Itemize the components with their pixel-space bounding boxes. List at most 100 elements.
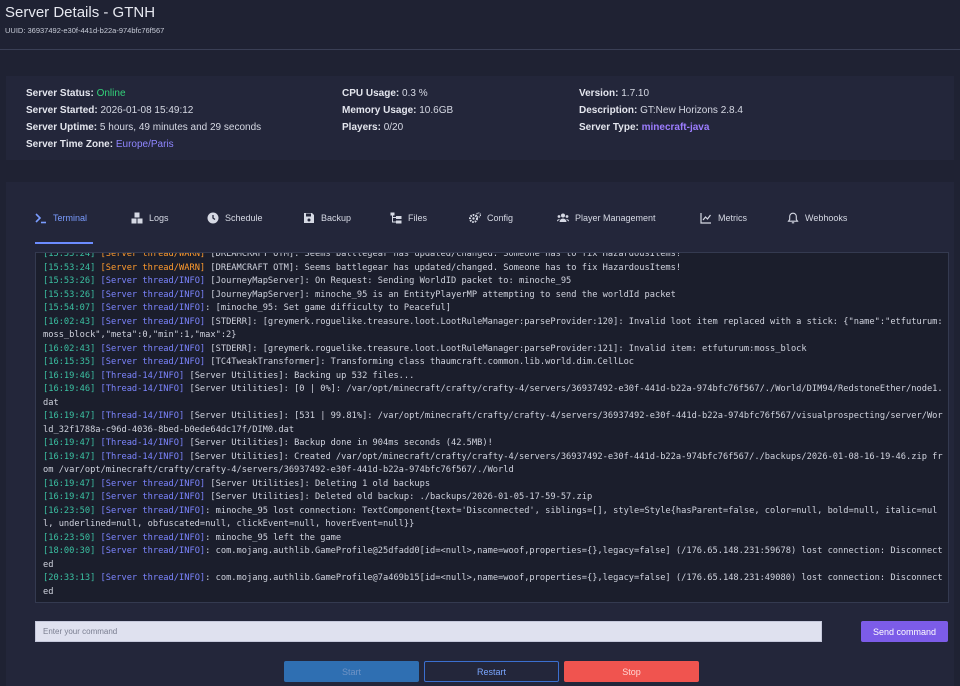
console-line: [16:23:50] [Server thread/INFO]: minoche… <box>43 505 943 532</box>
log-thread: [Thread-14/INFO] <box>100 438 185 448</box>
log-timestamp: [16:19:47] <box>43 492 96 502</box>
server-type-row: Server Type: minecraft-java <box>579 122 709 134</box>
log-message: : [minoche_95: Set game difficulty to Pe… <box>205 303 451 313</box>
restart-button[interactable]: Restart <box>424 661 559 682</box>
log-thread: [Server thread/INFO] <box>100 546 206 556</box>
log-message: : minoche_95 left the game <box>205 532 342 543</box>
version-label: Version: <box>579 88 619 99</box>
log-message: [TC4TweakTransformer]: Transforming clas… <box>205 357 635 367</box>
save-icon <box>304 213 314 223</box>
tab-schedule[interactable]: Schedule <box>207 211 263 225</box>
server-status-label: Server Status: <box>26 88 94 99</box>
console-line: [16:23:50] [Server thread/INFO]: minoche… <box>43 532 943 546</box>
terminal-console[interactable]: [15:53:24] [Server thread/WARN] [DREAMCR… <box>35 252 949 603</box>
server-status-row: Server Status: Online <box>26 88 126 100</box>
command-input[interactable] <box>35 621 822 642</box>
stop-button[interactable]: Stop <box>564 661 699 682</box>
log-thread: [Server thread/INFO] <box>100 316 206 327</box>
console-line: [16:19:46] [Thread-14/INFO] [Server Util… <box>43 370 943 384</box>
console-line: [16:19:47] [Thread-14/INFO] [Server Util… <box>43 451 943 478</box>
send-command-button[interactable]: Send command <box>861 621 948 642</box>
log-timestamp: [16:19:46] <box>43 370 96 381</box>
server-timezone-row: Server Time Zone: Europe/Paris <box>26 139 174 151</box>
tab-metrics[interactable]: Metrics <box>700 211 747 225</box>
log-timestamp: [15:53:26] <box>43 276 96 286</box>
cpu-usage-row: CPU Usage: 0.3 % <box>342 88 428 100</box>
server-timezone-link[interactable]: Europe/Paris <box>116 139 174 150</box>
tab-player-management[interactable]: Player Management <box>557 211 656 225</box>
log-timestamp: [15:53:24] <box>43 252 96 259</box>
terminal-icon <box>35 213 46 224</box>
log-timestamp: [15:54:07] <box>43 303 96 313</box>
log-thread: [Server thread/INFO] <box>100 276 206 286</box>
log-timestamp: [15:53:26] <box>43 289 96 300</box>
tab-webhooks[interactable]: Webhooks <box>787 211 847 225</box>
tab-backup[interactable]: Backup <box>303 211 351 225</box>
start-button[interactable]: Start <box>284 661 419 682</box>
memory-usage-row: Memory Usage: 10.6GB <box>342 105 453 117</box>
log-thread: [Server thread/INFO] <box>100 343 206 354</box>
log-message: [Server Utilities]: Deleting 1 old backu… <box>205 478 431 489</box>
server-uuid: UUID: 36937492-e30f-441d-b22a-974bfc76f5… <box>5 26 165 35</box>
console-line: [16:02:43] [Server thread/INFO] [STDERR]… <box>43 343 943 357</box>
players-row: Players: 0/20 <box>342 122 403 134</box>
log-timestamp: [16:15:35] <box>43 357 96 367</box>
log-timestamp: [20:33:13] <box>43 573 96 583</box>
memory-usage-label: Memory Usage: <box>342 105 417 116</box>
tab-label: Terminal <box>53 213 88 223</box>
log-message: [STDERR]: [greymerk.roguelike.treasure.l… <box>205 343 807 354</box>
log-thread: [Server thread/INFO] <box>100 505 206 516</box>
console-line: [20:33:13] [Server thread/INFO]: com.moj… <box>43 572 943 599</box>
server-status-value: Online <box>96 88 126 99</box>
log-timestamp: [15:53:24] <box>43 262 96 273</box>
cpu-usage-label: CPU Usage: <box>342 88 400 99</box>
log-timestamp: [18:00:30] <box>43 546 96 556</box>
log-thread: [Server thread/INFO] <box>100 357 206 367</box>
log-thread: [Server thread/WARN] <box>100 262 206 273</box>
users-icon <box>557 213 569 222</box>
log-message: [Server Utilities]: Backing up 532 files… <box>184 370 415 381</box>
console-line: [15:54:07] [Server thread/INFO]: [minoch… <box>43 302 943 316</box>
log-thread: [Server thread/INFO] <box>100 532 206 543</box>
console-line: [15:53:24] [Server thread/WARN] [DREAMCR… <box>43 262 943 276</box>
description-row: Description: GT:New Horizons 2.8.4 <box>579 105 743 117</box>
log-thread: [Server thread/WARN] <box>100 252 206 259</box>
tab-logs[interactable]: Logs <box>131 211 169 225</box>
log-timestamp: [16:02:43] <box>43 343 96 354</box>
log-thread: [Server thread/INFO] <box>100 492 206 502</box>
version-value: 1.7.10 <box>621 88 650 99</box>
active-tab-indicator <box>35 242 93 244</box>
tab-label: Webhooks <box>805 213 848 223</box>
tab-label: Files <box>408 213 428 223</box>
clock-icon <box>207 212 219 224</box>
console-line: [16:19:47] [Server thread/INFO] [Server … <box>43 478 943 492</box>
log-timestamp: [16:19:47] <box>43 438 96 448</box>
tab-label: Backup <box>321 213 352 223</box>
tab-terminal[interactable]: Terminal <box>35 211 87 225</box>
server-started-label: Server Started: <box>26 105 98 116</box>
tab-config[interactable]: Config <box>469 211 513 225</box>
log-message: [JourneyMapServer]: minoche_95 is an Ent… <box>205 289 676 300</box>
log-message: [DREAMCRAFT OTM]: Seems battlegear has u… <box>205 262 682 273</box>
log-timestamp: [16:19:47] <box>43 411 96 421</box>
log-thread: [Server thread/INFO] <box>100 478 206 489</box>
tab-files[interactable]: Files <box>390 211 427 225</box>
log-timestamp: [16:23:50] <box>43 532 96 543</box>
log-thread: [Server thread/INFO] <box>100 289 206 300</box>
server-uptime-value: 5 hours, 49 minutes and 29 seconds <box>99 122 262 133</box>
log-message: [Server Utilities]: Deleted old backup: … <box>205 492 593 502</box>
log-timestamp: [16:02:43] <box>43 316 96 327</box>
chart-line-icon <box>700 213 711 224</box>
server-timezone-label: Server Time Zone: <box>26 139 114 150</box>
bell-icon <box>787 212 799 224</box>
log-timestamp: [16:23:50] <box>43 505 96 516</box>
log-timestamp: [16:19:47] <box>43 478 96 489</box>
server-uptime-row: Server Uptime: 5 hours, 49 minutes and 2… <box>26 122 261 134</box>
log-thread: [Thread-14/INFO] <box>100 384 185 394</box>
console-line: [15:53:26] [Server thread/INFO] [Journey… <box>43 275 943 289</box>
log-message: [Server Utilities]: Backup done in 904ms… <box>184 438 493 448</box>
server-started-value: 2026-01-08 15:49:12 <box>100 105 194 116</box>
page-header: Server Details - GTNH UUID: 36937492-e30… <box>0 0 960 50</box>
console-line: [16:19:47] [Thread-14/INFO] [Server Util… <box>43 437 943 451</box>
server-type-label: Server Type: <box>579 122 639 133</box>
